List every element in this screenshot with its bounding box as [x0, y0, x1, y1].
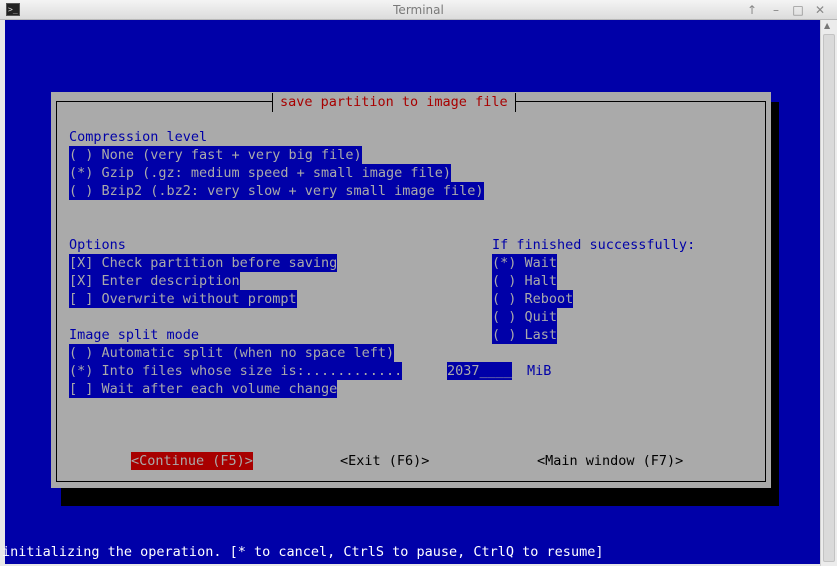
status-line: initializing the operation. [* to cancel…: [2, 544, 604, 560]
window-title: Terminal: [393, 3, 444, 17]
scroll-up-icon[interactable]: ▲: [824, 21, 830, 30]
scrollbar-thumb[interactable]: [823, 34, 835, 562]
compression-none-radio[interactable]: ( ) None (very fast + very big file): [69, 146, 362, 164]
overwrite-checkbox[interactable]: [ ] Overwrite without prompt: [69, 290, 297, 308]
window-titlebar: >_ Terminal ↑ – □ ✕: [0, 0, 837, 20]
finished-wait-radio[interactable]: (*) Wait: [492, 254, 558, 272]
exit-button[interactable]: <Exit (F6)>: [340, 452, 429, 470]
enter-description-checkbox[interactable]: [X] Enter description: [69, 272, 240, 290]
main-window-button[interactable]: <Main window (F7)>: [537, 452, 683, 470]
split-size-unit: MiB: [527, 363, 552, 379]
split-size-input[interactable]: 2037____: [447, 362, 513, 380]
finished-quit-radio[interactable]: ( ) Quit: [492, 308, 558, 326]
wait-volume-change-checkbox[interactable]: [ ] Wait after each volume change: [69, 380, 338, 398]
check-partition-checkbox[interactable]: [X] Check partition before saving: [69, 254, 338, 272]
maximize-button[interactable]: □: [790, 2, 806, 18]
dialog-title: save partition to image file: [272, 93, 516, 112]
options-label: Options: [69, 237, 126, 253]
compression-level-label: Compression level: [69, 129, 208, 145]
automatic-split-radio[interactable]: ( ) Automatic split (when no space left): [69, 344, 395, 362]
minimize-button[interactable]: –: [768, 2, 784, 18]
split-mode-label: Image split mode: [69, 327, 200, 343]
compression-gzip-radio[interactable]: (*) Gzip (.gz: medium speed + small imag…: [69, 164, 452, 182]
continue-button[interactable]: <Continue (F5)>: [131, 452, 253, 470]
finished-reboot-radio[interactable]: ( ) Reboot: [492, 290, 574, 308]
finished-last-radio[interactable]: ( ) Last: [492, 326, 558, 344]
into-files-radio[interactable]: (*) Into files whose size is:...........…: [69, 362, 403, 380]
terminal-scrollbar[interactable]: ▲ ▼: [820, 20, 837, 566]
close-button[interactable]: ✕: [812, 2, 828, 18]
if-finished-label: If finished successfully:: [492, 237, 696, 253]
save-partition-dialog: save partition to image file Compression…: [51, 92, 771, 488]
keep-above-button[interactable]: ↑: [744, 2, 760, 18]
compression-bzip2-radio[interactable]: ( ) Bzip2 (.bz2: very slow + very small …: [69, 182, 484, 200]
finished-halt-radio[interactable]: ( ) Halt: [492, 272, 558, 290]
